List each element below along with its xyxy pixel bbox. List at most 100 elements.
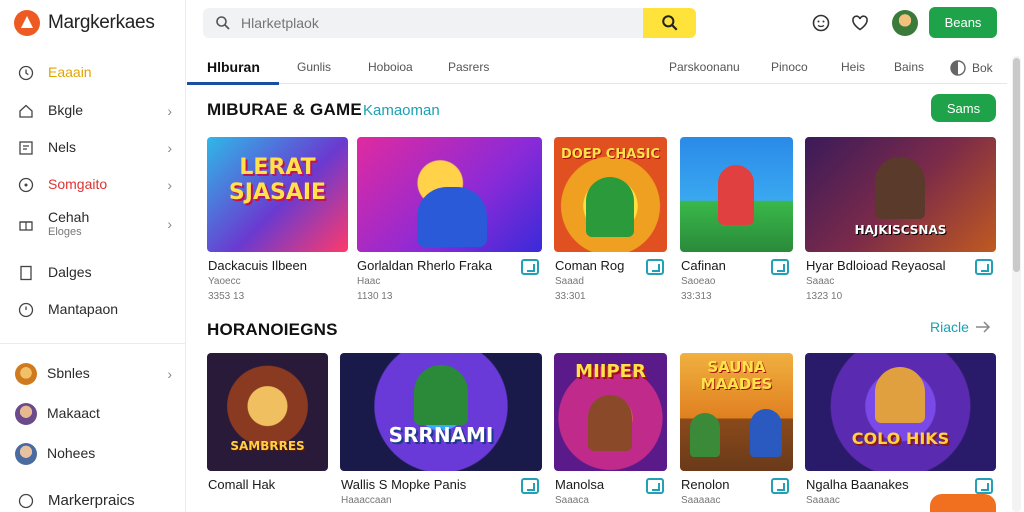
scrollbar-thumb[interactable] xyxy=(1013,58,1020,272)
sidebar-item-label: Somgaito xyxy=(48,176,108,193)
avatar xyxy=(15,363,37,385)
scrollbar[interactable] xyxy=(1012,56,1021,512)
game-title[interactable]: Renolon xyxy=(681,477,729,492)
primary-action-button[interactable]: Beans xyxy=(929,7,997,38)
open-icon[interactable] xyxy=(521,259,539,275)
character-art xyxy=(750,409,782,457)
tab-label: Bok xyxy=(972,61,993,75)
sidebar-item-subtitle: Eloges xyxy=(48,225,82,238)
thumbnail-art-text: DOEP CHASIC xyxy=(561,147,660,162)
character-art xyxy=(718,165,754,225)
tab-pasrers[interactable]: Pasrers xyxy=(448,60,489,74)
game-meta: Saaad xyxy=(555,276,584,287)
tab-heis[interactable]: Heis xyxy=(841,60,865,74)
sidebar-item-dalges[interactable]: Dalges xyxy=(0,256,186,290)
game-title[interactable]: Ngalha Baanakes xyxy=(806,477,909,492)
chevron-right-icon: › xyxy=(167,140,172,156)
tab-bok[interactable]: Bok xyxy=(950,60,993,76)
page-icon xyxy=(18,265,34,281)
sidebar-person-sbnles[interactable]: Sbnles › xyxy=(0,357,186,391)
game-title[interactable]: Gorlaldan Rherlo Fraka xyxy=(357,258,492,273)
sidebar-person-makaact[interactable]: Makaact xyxy=(0,397,186,431)
character-art xyxy=(875,367,925,423)
sidebar-item-label: Nohees xyxy=(47,445,96,462)
top-bar: Beans xyxy=(187,0,1024,48)
character-art xyxy=(417,187,487,247)
sidebar-item-mantapaon[interactable]: Mantapaon xyxy=(0,293,186,327)
search-button[interactable] xyxy=(643,8,696,38)
open-icon[interactable] xyxy=(646,478,664,494)
game-meta: Saoeao xyxy=(681,276,716,287)
section-action-button[interactable]: Sams xyxy=(931,94,996,122)
sidebar-item-bkgle[interactable]: Bkgle › xyxy=(0,94,186,128)
user-avatar[interactable] xyxy=(892,10,918,36)
logo[interactable]: Margkerkaes xyxy=(14,10,155,36)
link-label: Riacle xyxy=(930,319,969,335)
open-icon[interactable] xyxy=(975,478,993,494)
search-input[interactable] xyxy=(241,13,641,33)
open-icon[interactable] xyxy=(771,478,789,494)
game-title[interactable]: Hyar Bdloioad Reyaosal xyxy=(806,258,945,273)
tab-bar: Hlburan Gunlis Hoboioa Pasrers Parskoona… xyxy=(187,52,1007,85)
chevron-right-icon: › xyxy=(167,103,172,119)
heart-icon[interactable] xyxy=(849,12,871,34)
sidebar-item-label: Eaaain xyxy=(48,64,92,81)
game-thumbnail: SRRNAMI xyxy=(340,353,542,471)
game-thumbnail: SAMBRRES xyxy=(207,353,328,471)
game-meta: Haac xyxy=(357,276,381,287)
thumbnail-art-text: COLO HIKS xyxy=(851,429,950,448)
thumbnail-art-text: LERAT SJASAIE xyxy=(228,155,327,206)
sidebar-item-label: Dalges xyxy=(48,264,92,281)
section-subtitle[interactable]: Kamaoman xyxy=(363,102,440,119)
tab-bains[interactable]: Bains xyxy=(894,60,924,74)
sidebar-item-nels[interactable]: Nels › xyxy=(0,131,186,165)
chevron-right-icon: › xyxy=(167,366,172,382)
game-meta: Saaaca xyxy=(555,495,589,506)
sidebar-person-nohees[interactable]: Nohees xyxy=(0,437,186,471)
character-art xyxy=(414,365,468,425)
open-icon[interactable] xyxy=(771,259,789,275)
sidebar-item-label: Mantapaon xyxy=(48,301,119,318)
game-thumbnail: SAUNA MAADES xyxy=(680,353,793,471)
open-icon[interactable] xyxy=(521,478,539,494)
game-thumbnail: HAJKISCSNAS xyxy=(805,137,996,252)
tab-hoboioa[interactable]: Hoboioa xyxy=(368,60,413,74)
game-title[interactable]: Manolsa xyxy=(555,477,604,492)
chevron-right-icon: › xyxy=(167,216,172,232)
sidebar-item-somgaito[interactable]: Somgaito › xyxy=(0,168,186,202)
tab-hlburan[interactable]: Hlburan xyxy=(207,59,260,75)
section-more-link[interactable]: Riacle xyxy=(930,319,991,335)
sidebar-item-eaaain[interactable]: Eaaain xyxy=(0,56,186,90)
character-art xyxy=(586,177,634,237)
game-title[interactable]: Comall Hak xyxy=(208,477,275,492)
smiley-icon[interactable] xyxy=(810,12,832,34)
logo-icon xyxy=(14,10,40,36)
thumbnail-art-text: HAJKISCSNAS xyxy=(854,223,947,237)
tab-gunlis[interactable]: Gunlis xyxy=(297,60,331,74)
game-title[interactable]: Wallis S Mopke Panis xyxy=(341,477,466,492)
game-title[interactable]: Coman Rog xyxy=(555,258,624,273)
thumbnail-art-text: SAMBRRES xyxy=(230,439,305,453)
home-icon xyxy=(18,103,34,119)
open-icon[interactable] xyxy=(975,259,993,275)
sidebar-item-cehah[interactable]: Cehah Eloges › xyxy=(0,204,186,244)
game-meta: Saaaac xyxy=(806,495,840,506)
sidebar-item-label: Bkgle xyxy=(48,102,84,119)
game-title[interactable]: Cafinan xyxy=(681,258,726,273)
floating-action-button[interactable] xyxy=(930,494,996,512)
tab-pinoco[interactable]: Pinoco xyxy=(771,60,808,74)
character-art xyxy=(690,413,720,457)
list-icon xyxy=(18,140,34,156)
sidebar-item-marketplace[interactable]: Markerpraics xyxy=(0,484,186,512)
tab-parskoonanu[interactable]: Parskoonanu xyxy=(669,60,740,74)
game-thumbnail: COLO HIKS xyxy=(805,353,996,471)
game-title[interactable]: Dackacuis Ilbeen xyxy=(208,258,307,273)
open-icon[interactable] xyxy=(646,259,664,275)
section-title: MIBURAE & GAME xyxy=(207,100,362,119)
game-meta: 1323 10 xyxy=(806,291,843,302)
sidebar-item-label: Cehah Eloges xyxy=(48,210,89,238)
sidebar-item-label: Sbnles xyxy=(47,365,90,382)
section-title: HORANOIEGNS xyxy=(207,320,338,339)
game-thumbnail xyxy=(357,137,542,252)
game-meta: 3353 13 xyxy=(208,291,245,302)
